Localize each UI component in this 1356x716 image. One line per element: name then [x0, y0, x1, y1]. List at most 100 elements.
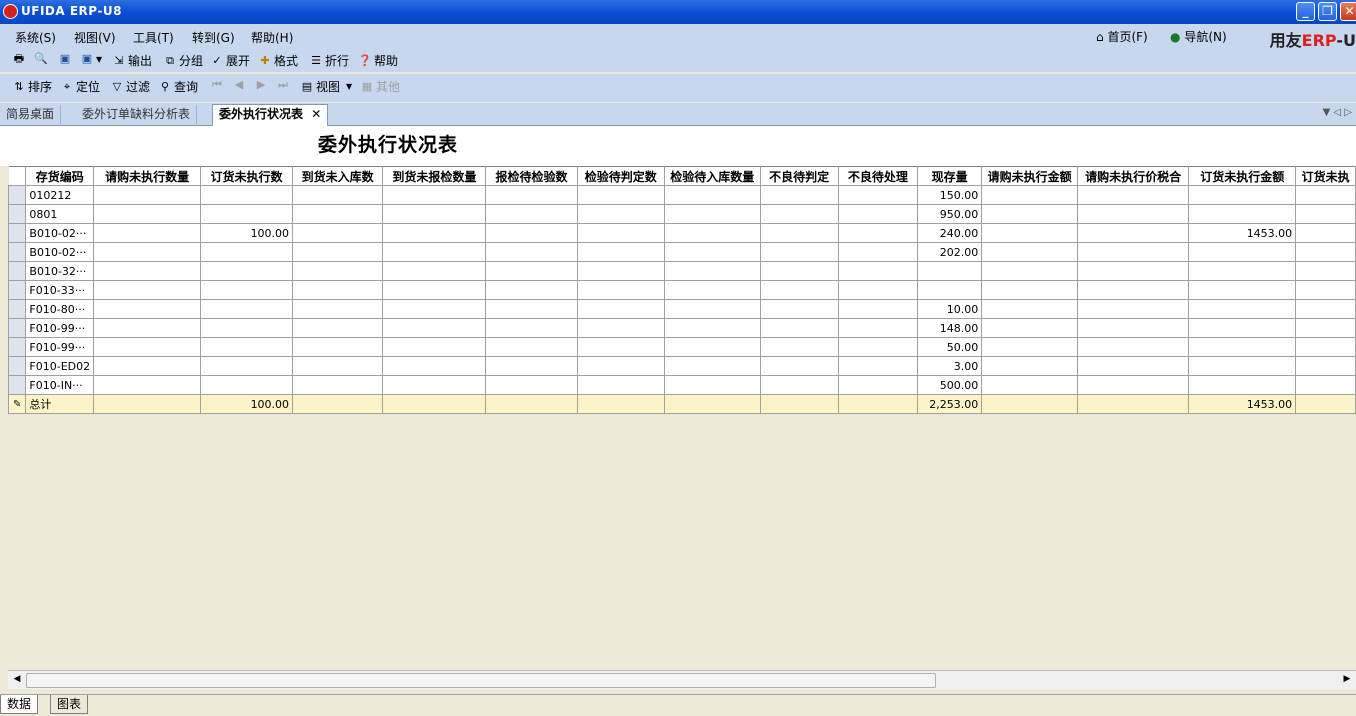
table-cell[interactable] — [199, 280, 294, 300]
tab-close-icon[interactable]: ✕ — [311, 107, 321, 121]
table-cell[interactable] — [485, 223, 578, 243]
table-cell[interactable] — [1295, 261, 1356, 281]
table-row[interactable]: 010212 150.00 — [7, 185, 1356, 205]
table-cell[interactable]: F010-99··· — [25, 337, 95, 357]
tab-data[interactable]: 数据 — [0, 695, 39, 714]
table-cell[interactable] — [485, 204, 578, 224]
table-cell[interactable] — [93, 204, 201, 224]
table-cell[interactable] — [837, 280, 918, 300]
table-row[interactable]: F010-99··· 50.00 — [7, 337, 1356, 357]
table-cell[interactable] — [382, 375, 487, 395]
table-cell[interactable]: 1453.00 — [1188, 223, 1297, 243]
table-cell[interactable] — [576, 299, 665, 319]
table-cell[interactable] — [981, 394, 1078, 414]
table-cell[interactable] — [292, 299, 384, 319]
locate-button[interactable]: ⌖ 定位 — [60, 78, 100, 95]
table-cell[interactable] — [663, 337, 761, 357]
column-header[interactable]: 订货未执行数 — [199, 166, 294, 186]
table-cell[interactable] — [382, 394, 487, 414]
table-cell[interactable] — [837, 204, 918, 224]
row-selector[interactable] — [7, 204, 27, 224]
table-cell[interactable] — [292, 185, 384, 205]
column-header[interactable]: 订货未执行金额 — [1188, 166, 1297, 186]
table-cell[interactable] — [759, 299, 839, 319]
table-cell[interactable] — [1295, 337, 1356, 357]
table-cell[interactable]: 0801 — [25, 204, 95, 224]
menu-help[interactable]: 帮助(H) — [251, 29, 293, 46]
table-cell[interactable] — [485, 356, 578, 376]
table-cell[interactable] — [759, 185, 839, 205]
table-cell[interactable] — [199, 261, 294, 281]
table-cell[interactable] — [1076, 280, 1190, 300]
table-cell[interactable]: F010-IN··· — [25, 375, 95, 395]
table-cell[interactable]: 3.00 — [916, 356, 983, 376]
column-header[interactable]: 检验待入库数量 — [663, 166, 761, 186]
table-row[interactable]: 0801 950.00 — [7, 204, 1356, 224]
table-cell[interactable] — [837, 356, 918, 376]
table-cell[interactable] — [93, 394, 201, 414]
table-cell[interactable]: 总计 — [25, 394, 95, 414]
next-record-button[interactable]: ▶ — [254, 78, 270, 92]
close-button[interactable]: ✕ — [1340, 2, 1356, 21]
table-cell[interactable]: F010-99··· — [25, 318, 95, 338]
minimize-button[interactable]: _ — [1296, 2, 1315, 21]
table-cell[interactable] — [576, 185, 665, 205]
table-cell[interactable] — [382, 299, 487, 319]
row-selector[interactable] — [7, 223, 27, 243]
table-cell[interactable] — [663, 204, 761, 224]
row-selector[interactable] — [7, 356, 27, 376]
table-cell[interactable] — [576, 356, 665, 376]
table-cell[interactable] — [576, 280, 665, 300]
table-cell[interactable] — [1076, 204, 1190, 224]
table-cell[interactable]: 240.00 — [916, 223, 983, 243]
table-cell[interactable] — [837, 185, 918, 205]
table-cell[interactable] — [576, 242, 665, 262]
save-as-button[interactable]: ▣ ▼ — [80, 52, 102, 66]
column-header[interactable]: 现存量 — [916, 166, 983, 186]
view-button[interactable]: ▤ 视图 ▼ — [300, 78, 352, 95]
table-cell[interactable] — [837, 375, 918, 395]
table-cell[interactable] — [1188, 242, 1297, 262]
table-row[interactable]: F010-ED02 3.00 — [7, 356, 1356, 376]
table-cell[interactable] — [916, 261, 983, 281]
tab-chart[interactable]: 图表 — [50, 695, 89, 714]
column-header[interactable]: 到货未报检数量 — [382, 166, 487, 186]
tab-scroll-icon[interactable]: ▼ ◁ ▷ — [1323, 107, 1352, 118]
table-cell[interactable] — [485, 261, 578, 281]
table-cell[interactable] — [292, 337, 384, 357]
table-cell[interactable] — [292, 261, 384, 281]
tab-simple-desktop[interactable]: 简易桌面 — [0, 105, 62, 124]
table-cell[interactable]: 10.00 — [916, 299, 983, 319]
table-cell[interactable] — [759, 394, 839, 414]
table-cell[interactable] — [93, 337, 201, 357]
wrap-button[interactable]: ☰ 折行 — [309, 52, 349, 69]
table-cell[interactable] — [1295, 318, 1356, 338]
table-cell[interactable] — [292, 356, 384, 376]
table-cell[interactable] — [382, 204, 487, 224]
table-cell[interactable] — [981, 375, 1078, 395]
column-header[interactable]: 报检待检验数 — [485, 166, 578, 186]
table-cell[interactable] — [837, 261, 918, 281]
table-cell[interactable] — [663, 318, 761, 338]
table-cell[interactable] — [981, 356, 1078, 376]
table-cell[interactable] — [981, 337, 1078, 357]
table-row[interactable]: F010-99··· 148.00 — [7, 318, 1356, 338]
table-cell[interactable]: 500.00 — [916, 375, 983, 395]
menu-view[interactable]: 视图(V) — [74, 29, 116, 46]
table-cell[interactable] — [199, 242, 294, 262]
home-link[interactable]: ⌂ 首页(F) — [1096, 28, 1148, 45]
table-cell[interactable] — [663, 242, 761, 262]
table-cell[interactable] — [759, 223, 839, 243]
table-cell[interactable] — [199, 318, 294, 338]
table-cell[interactable] — [1076, 356, 1190, 376]
table-cell[interactable] — [382, 318, 487, 338]
table-row[interactable]: F010-IN··· 500.00 — [7, 375, 1356, 395]
scroll-right-icon[interactable]: ▶ — [1340, 673, 1354, 686]
table-row[interactable]: F010-33··· — [7, 280, 1356, 300]
table-cell[interactable] — [382, 242, 487, 262]
table-row[interactable]: B010-02··· 202.00 — [7, 242, 1356, 262]
table-cell[interactable] — [837, 299, 918, 319]
table-cell[interactable] — [663, 375, 761, 395]
table-cell[interactable] — [199, 337, 294, 357]
table-cell[interactable] — [292, 394, 384, 414]
